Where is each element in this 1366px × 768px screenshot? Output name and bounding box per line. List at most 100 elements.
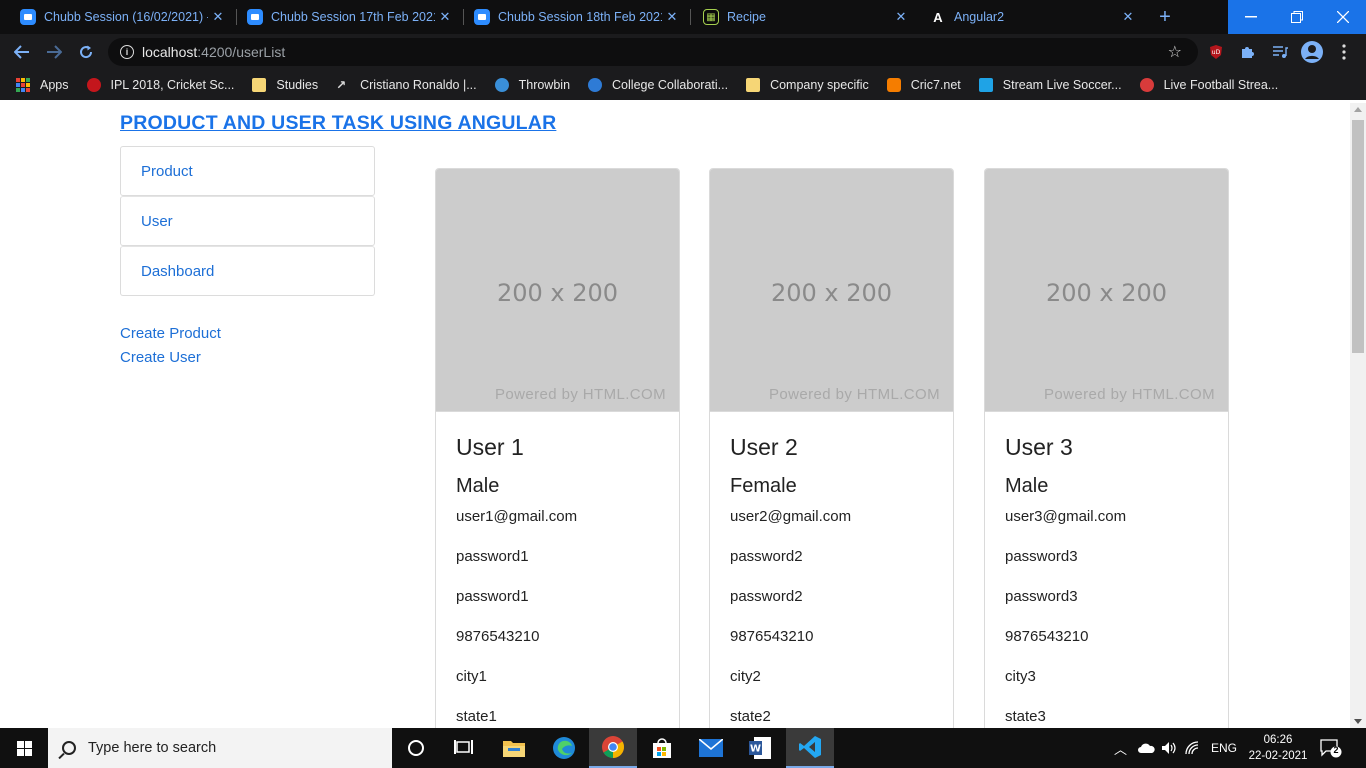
bookmark-stream-soccer[interactable]: Stream Live Soccer... [978, 78, 1122, 92]
back-arrow-icon [14, 45, 29, 59]
bookmark-label: Live Football Strea... [1163, 78, 1279, 92]
close-tab-icon[interactable]: ✕ [891, 9, 911, 25]
forward-button[interactable] [42, 40, 66, 64]
clock-time: 06:26 [1263, 734, 1293, 746]
bookmark-label: IPL 2018, Cricket Sc... [110, 78, 235, 92]
tab-chubb-session-18[interactable]: Chubb Session 18th Feb 2021 ✕ [454, 0, 690, 34]
edge-button[interactable] [540, 728, 588, 768]
bookmark-label: Apps [40, 78, 69, 92]
user-state: state3 [1005, 708, 1046, 725]
restore-button[interactable] [1274, 0, 1320, 34]
tab-angular2[interactable]: A Angular2 ✕ [910, 0, 1146, 34]
create-user-link[interactable]: Create User [120, 346, 221, 370]
notification-count: 2 [1333, 745, 1339, 755]
scroll-down-icon[interactable] [1354, 719, 1362, 724]
close-tab-icon[interactable]: ✕ [435, 9, 455, 25]
create-product-link[interactable]: Create Product [120, 322, 221, 346]
start-button[interactable] [0, 728, 48, 768]
bookmark-apps[interactable]: Apps [16, 78, 69, 92]
page-title-link[interactable]: PRODUCT AND USER TASK USING ANGULAR [120, 112, 556, 135]
user-phone: 9876543210 [1005, 628, 1089, 645]
info-icon[interactable]: i [120, 45, 134, 59]
restore-icon [1291, 11, 1303, 23]
user-card: 200 x 200 Powered by HTML.COM User 1 Mal… [435, 168, 680, 728]
tab-recipe[interactable]: ▦ Recipe ✕ [683, 0, 919, 34]
close-window-button[interactable] [1320, 0, 1366, 34]
globe-icon [588, 78, 603, 92]
bookmark-cristiano[interactable]: ↗ Cristiano Ronaldo |... [336, 78, 477, 92]
tab-chubb-session-17[interactable]: Chubb Session 17th Feb 2021 ✕ [227, 0, 463, 34]
placeholder-credit: Powered by HTML.COM [495, 386, 666, 403]
forward-arrow-icon [47, 45, 62, 59]
word-icon: W [749, 737, 771, 759]
football-site-icon [1139, 78, 1154, 92]
bookmark-star-icon[interactable]: ☆ [1168, 42, 1182, 62]
profile-avatar-icon[interactable] [1300, 40, 1324, 64]
cortana-button[interactable] [392, 728, 440, 768]
blogger-icon [886, 78, 901, 92]
bookmark-studies[interactable]: Studies [252, 78, 318, 92]
reload-button[interactable] [74, 40, 98, 64]
word-button[interactable]: W [736, 728, 784, 768]
action-center-button[interactable]: 2 [1320, 738, 1342, 758]
vscode-button[interactable] [786, 728, 834, 768]
user-gender: Male [456, 475, 500, 497]
new-tab-button[interactable]: + [1152, 0, 1178, 34]
minimize-button[interactable] [1228, 0, 1274, 34]
user-placeholder-image: 200 x 200 Powered by HTML.COM [436, 169, 679, 412]
bookmark-cric7[interactable]: Cric7.net [886, 78, 961, 92]
nav-item-user[interactable]: User [120, 196, 375, 246]
user-card: 200 x 200 Powered by HTML.COM User 2 Fem… [709, 168, 954, 728]
placeholder-size-text: 200 x 200 [496, 279, 619, 307]
bookmark-live-football[interactable]: Live Football Strea... [1139, 78, 1279, 92]
nav-item-dashboard[interactable]: Dashboard [120, 246, 375, 296]
chrome-button[interactable] [589, 728, 637, 768]
chrome-icon [602, 736, 624, 758]
close-tab-icon[interactable]: ✕ [662, 9, 682, 25]
ublock-extension-icon[interactable]: uD [1206, 42, 1226, 62]
scrollbar-thumb[interactable] [1352, 120, 1364, 353]
scroll-up-icon[interactable] [1354, 107, 1362, 112]
volume-icon[interactable] [1161, 741, 1177, 755]
user-name: User 1 [456, 434, 524, 460]
menu-icon[interactable] [1334, 42, 1354, 62]
user-city: city2 [730, 668, 761, 685]
bookmark-ipl[interactable]: IPL 2018, Cricket Sc... [86, 78, 235, 92]
address-bar[interactable]: i localhost:4200/userList ☆ [108, 38, 1198, 66]
search-placeholder: Type here to search [88, 740, 217, 756]
user-phone: 9876543210 [456, 628, 540, 645]
mail-button[interactable] [687, 728, 735, 768]
nav-item-product[interactable]: Product [120, 146, 375, 196]
close-tab-icon[interactable]: ✕ [208, 9, 228, 25]
task-view-button[interactable] [440, 728, 488, 768]
tab-title: Chubb Session 17th Feb 2021 [271, 10, 435, 24]
taskbar-clock[interactable]: 06:26 22-02-2021 [1248, 732, 1308, 764]
language-indicator[interactable]: ENG [1211, 741, 1237, 755]
show-hidden-icons-icon[interactable]: ︿ [1114, 739, 1127, 758]
back-button[interactable] [10, 40, 34, 64]
user-email: user2@gmail.com [730, 508, 852, 525]
bookmark-college[interactable]: College Collaborati... [588, 78, 728, 92]
tab-chubb-session-16[interactable]: Chubb Session (16/02/2021) - ✕ [0, 0, 236, 34]
bookmark-company[interactable]: Company specific [746, 78, 869, 92]
side-nav: Product User Dashboard [120, 146, 375, 296]
bookmark-throwbin[interactable]: Throwbin [494, 78, 570, 92]
wifi-icon[interactable] [1185, 741, 1201, 755]
close-tab-icon[interactable]: ✕ [1118, 9, 1138, 25]
card-body: User 3 Male user3@gmail.com password3 pa… [985, 434, 1228, 728]
zoom-icon [474, 9, 490, 25]
card-body: User 1 Male user1@gmail.com password1 pa… [436, 434, 679, 728]
microsoft-store-button[interactable] [638, 728, 686, 768]
user-password: password1 [456, 548, 529, 565]
media-control-icon[interactable] [1270, 42, 1290, 62]
reload-icon [80, 45, 93, 59]
page-scrollbar[interactable] [1350, 103, 1366, 728]
user-placeholder-image: 200 x 200 Powered by HTML.COM [985, 169, 1228, 412]
onedrive-cloud-icon[interactable] [1137, 742, 1155, 754]
extensions-puzzle-icon[interactable] [1238, 42, 1258, 62]
user-gender: Female [730, 475, 797, 497]
taskbar-search[interactable]: Type here to search [48, 728, 392, 768]
bookmark-label: Cric7.net [910, 78, 961, 92]
bookmark-label: Stream Live Soccer... [1002, 78, 1122, 92]
file-explorer-button[interactable] [490, 728, 538, 768]
